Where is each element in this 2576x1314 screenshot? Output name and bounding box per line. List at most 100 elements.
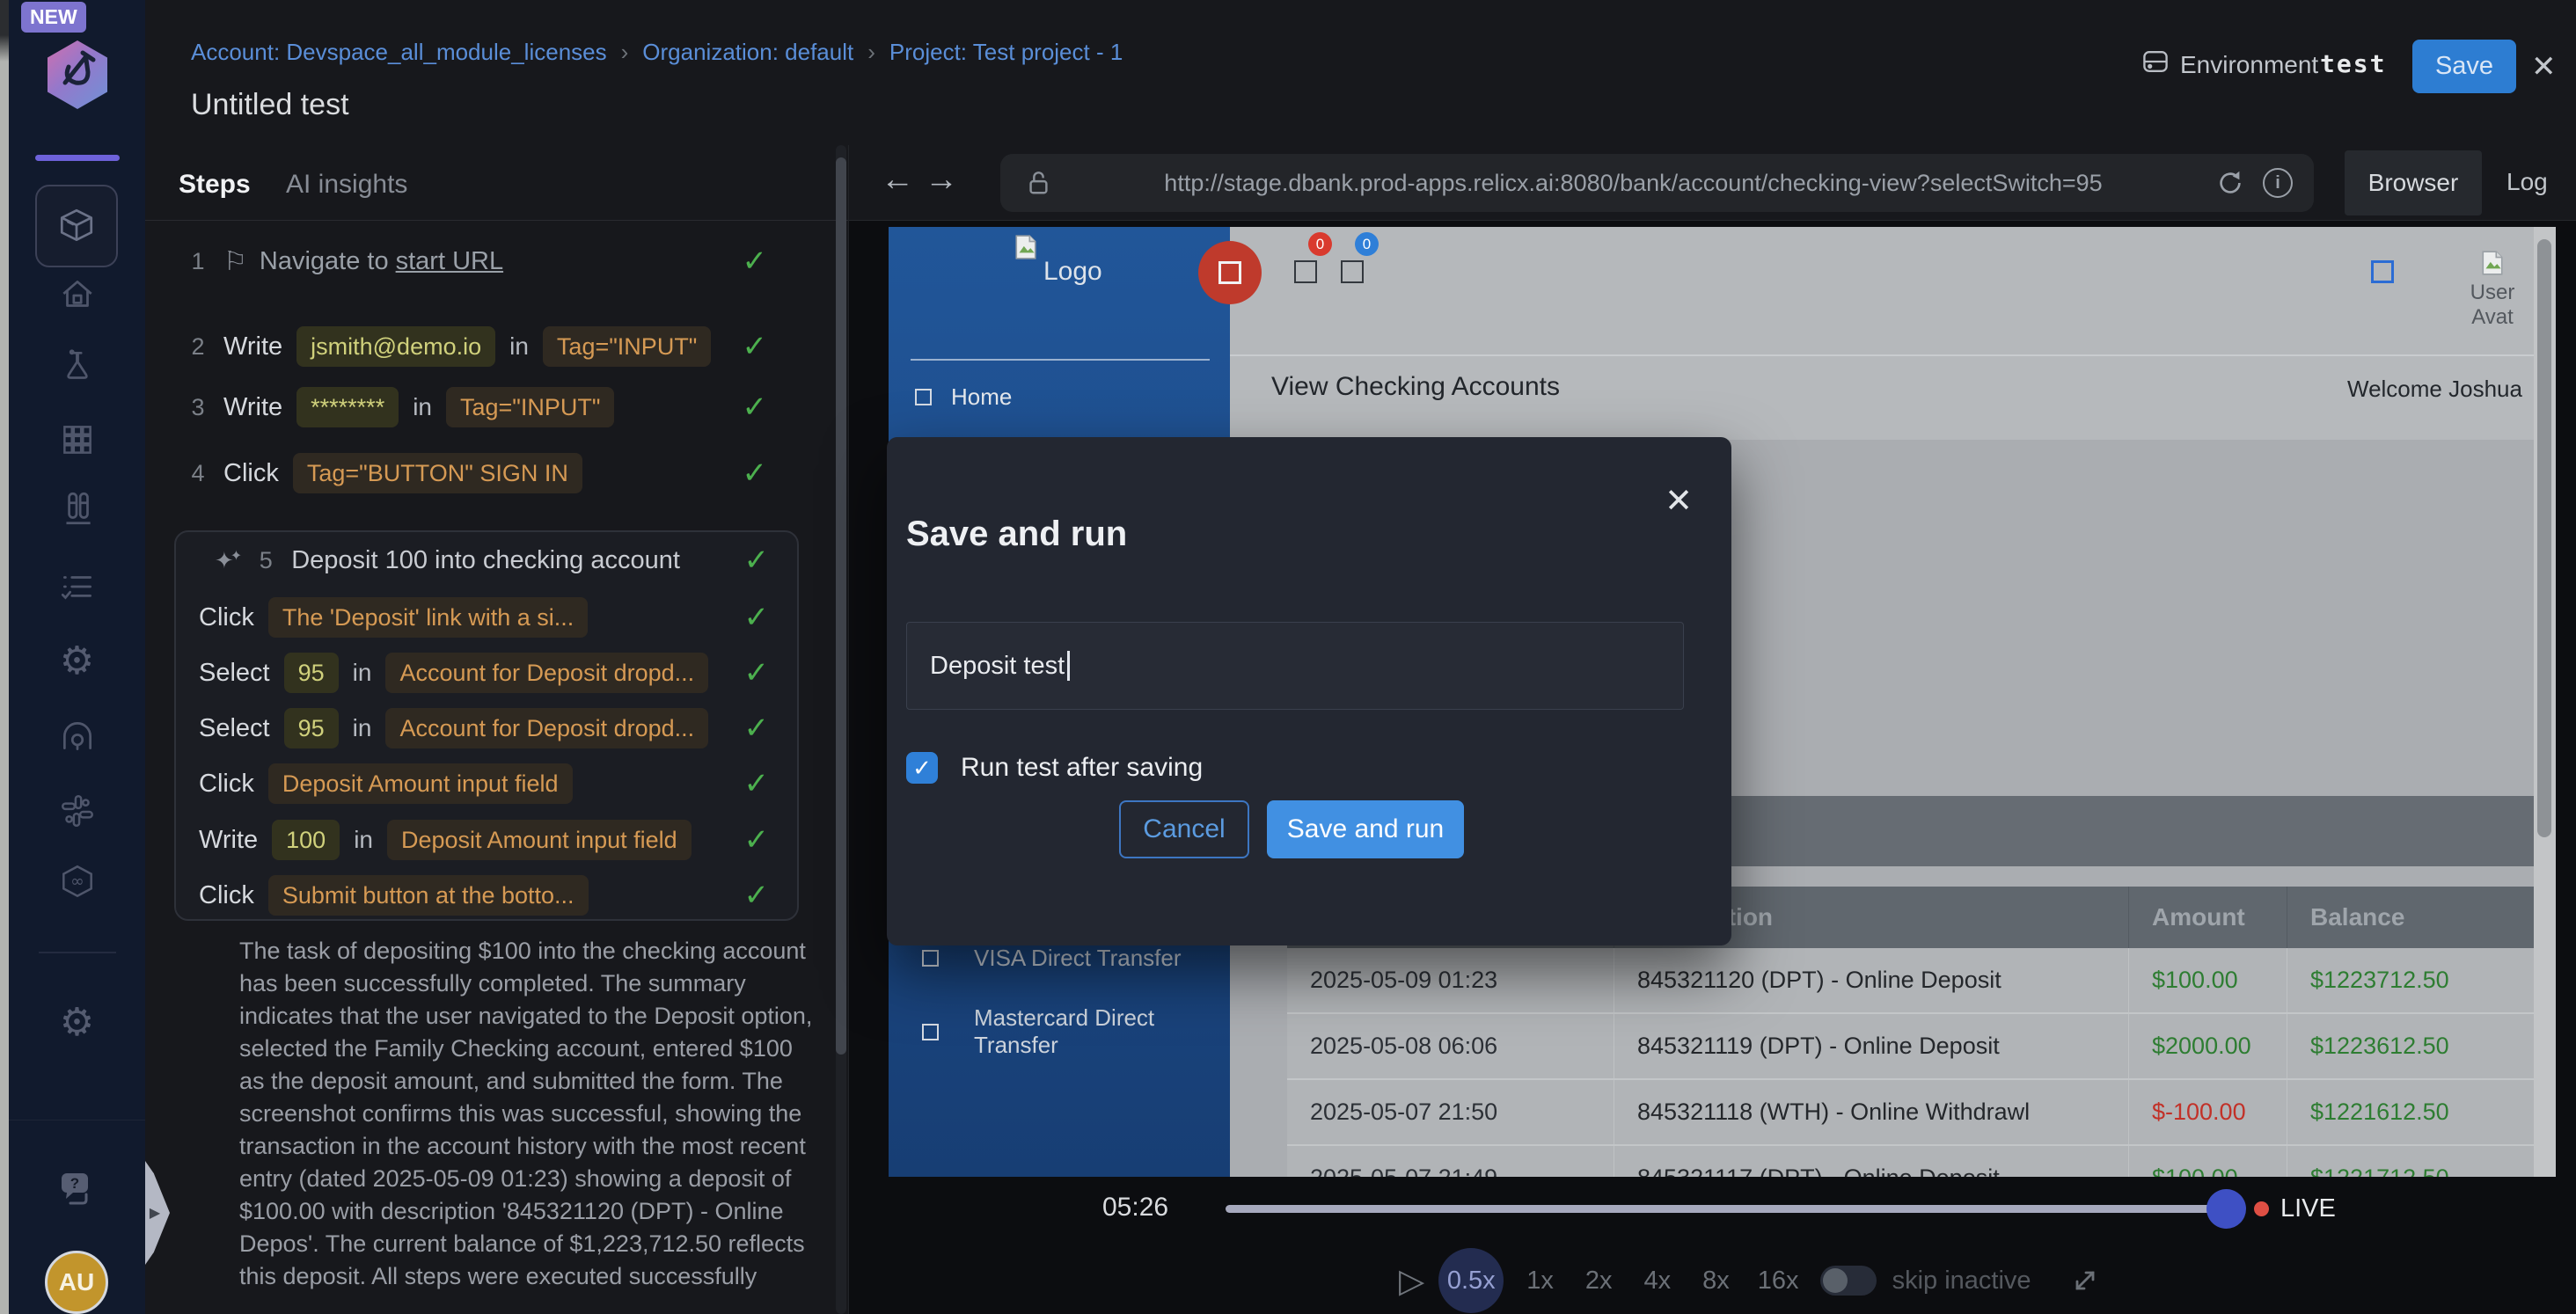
test-name-input[interactable]: Deposit test bbox=[906, 622, 1684, 710]
step-selector-chip[interactable]: Deposit Amount input field bbox=[268, 763, 573, 804]
substep-row[interactable]: Click Deposit Amount input field ✓ bbox=[176, 763, 797, 805]
col-header-balance[interactable]: Balance bbox=[2287, 887, 2534, 948]
step-value-chip[interactable]: 95 bbox=[284, 653, 339, 693]
speed-2x[interactable]: 2x bbox=[1585, 1267, 1613, 1296]
step-selector-chip[interactable]: Tag="INPUT" bbox=[543, 326, 711, 367]
timeline-track[interactable] bbox=[1226, 1205, 2228, 1213]
breadcrumb-organization[interactable]: Organization: default bbox=[642, 39, 853, 66]
steps-scrollbar-track[interactable] bbox=[836, 145, 846, 1314]
app-logo[interactable] bbox=[48, 40, 107, 109]
timeline-knob[interactable] bbox=[2206, 1189, 2246, 1229]
toggle-knob bbox=[1823, 1268, 1848, 1293]
sidebar-item-automations[interactable]: ∞ bbox=[57, 862, 98, 902]
speed-0-5x-active[interactable]: 0.5x bbox=[1438, 1248, 1504, 1313]
speed-4x[interactable]: 4x bbox=[1644, 1267, 1672, 1296]
tab-log[interactable]: Log bbox=[2506, 168, 2548, 196]
substep-row[interactable]: Select 95 in Account for Deposit dropd..… bbox=[176, 707, 797, 749]
back-icon[interactable]: ← bbox=[881, 161, 914, 199]
fullscreen-icon[interactable] bbox=[2070, 1266, 2100, 1296]
sidebar-item-admin-settings[interactable]: ⚙ bbox=[60, 1004, 94, 1042]
step-row-3[interactable]: 3 Write ******** in Tag="INPUT" ✓ bbox=[145, 386, 848, 428]
step-value-chip[interactable]: 95 bbox=[284, 708, 339, 748]
step-selector-chip[interactable]: Submit button at the botto... bbox=[268, 875, 589, 916]
steps-scrollbar-thumb[interactable] bbox=[836, 157, 846, 1055]
sidebar-item-lab[interactable] bbox=[57, 347, 98, 387]
step-selector-chip[interactable]: The 'Deposit' link with a si... bbox=[268, 597, 588, 638]
sidebar-item-apps[interactable] bbox=[57, 420, 98, 460]
ai-step-group[interactable]: ✦✦ 5 Deposit 100 into checking account ✓… bbox=[174, 530, 799, 921]
bank-scrollbar-track[interactable] bbox=[2534, 227, 2556, 1177]
start-url-link[interactable]: start URL bbox=[396, 247, 503, 276]
play-icon[interactable]: ▷ bbox=[1399, 1261, 1424, 1301]
cancel-button[interactable]: Cancel bbox=[1119, 800, 1249, 858]
save-button[interactable]: Save bbox=[2412, 40, 2516, 93]
step-row-1[interactable]: 1 ⚐ Navigate to start URL ✓ bbox=[145, 240, 848, 282]
info-icon[interactable]: i bbox=[2263, 168, 2293, 198]
substep-row[interactable]: Write 100 in Deposit Amount input field … bbox=[176, 819, 797, 861]
forward-icon[interactable]: → bbox=[925, 161, 958, 199]
cell-amount: $100.00 bbox=[2129, 1146, 2287, 1177]
bank-nav-home[interactable]: Home bbox=[915, 383, 1012, 411]
bank-user-avatar[interactable]: User Avat bbox=[2453, 250, 2532, 330]
speed-8x[interactable]: 8x bbox=[1702, 1267, 1730, 1296]
refresh-icon[interactable] bbox=[2215, 168, 2245, 198]
sidebar-item-test-suites[interactable] bbox=[57, 488, 98, 529]
svg-text:∞: ∞ bbox=[70, 872, 84, 891]
step-value-chip[interactable]: ******** bbox=[296, 387, 399, 427]
bank-scrollbar-thumb[interactable] bbox=[2537, 239, 2551, 837]
table-row[interactable]: 2025-05-07 21:49 845321117 (DPT) - Onlin… bbox=[1287, 1146, 2534, 1177]
step-passed-icon: ✓ bbox=[744, 600, 770, 635]
sidebar-item-settings[interactable]: ⚙ bbox=[60, 642, 94, 681]
sidebar-item-tests-active[interactable] bbox=[35, 185, 118, 267]
bank-nav-mastercard[interactable]: Mastercard Direct Transfer bbox=[922, 1004, 1230, 1059]
sidebar-item-private-sessions[interactable] bbox=[57, 716, 98, 756]
dialog-close-icon[interactable]: ✕ bbox=[1665, 481, 1693, 521]
table-row[interactable]: 2025-05-09 01:23 845321120 (DPT) - Onlin… bbox=[1287, 948, 2534, 1014]
sidebar-item-runs[interactable] bbox=[57, 567, 98, 608]
user-avatar[interactable]: AU bbox=[45, 1251, 108, 1314]
substep-row[interactable]: Click The 'Deposit' link with a si... ✓ bbox=[176, 596, 797, 639]
substep-row[interactable]: Click Submit button at the botto... ✓ bbox=[176, 874, 797, 916]
step-passed-icon: ✓ bbox=[744, 543, 770, 578]
close-editor-icon[interactable]: ✕ bbox=[2531, 49, 2557, 84]
tab-browser[interactable]: Browser bbox=[2345, 150, 2482, 215]
sidebar-item-home[interactable] bbox=[57, 274, 98, 315]
table-row[interactable]: 2025-05-07 21:50 845321118 (WTH) - Onlin… bbox=[1287, 1080, 2534, 1146]
step-selector-chip[interactable]: Account for Deposit dropd... bbox=[385, 708, 708, 748]
browser-toolbar: ← → http://stage.dbank.prod-apps.relicx.… bbox=[849, 145, 2576, 221]
table-row[interactable]: 2025-05-08 06:06 845321119 (DPT) - Onlin… bbox=[1287, 1014, 2534, 1080]
bank-logo-alt[interactable]: Logo bbox=[1043, 257, 1102, 287]
skip-inactive-toggle[interactable] bbox=[1820, 1266, 1877, 1296]
tab-ai-insights[interactable]: AI insights bbox=[286, 170, 407, 200]
step-row-4[interactable]: 4 Click Tag="BUTTON" SIGN IN ✓ bbox=[145, 452, 848, 494]
record-indicator[interactable] bbox=[1198, 241, 1262, 304]
step-selector-chip[interactable]: Tag="BUTTON" SIGN IN bbox=[293, 453, 582, 493]
breadcrumb-account[interactable]: Account: Devspace_all_module_licenses bbox=[191, 39, 607, 66]
environment-value[interactable]: test bbox=[2320, 49, 2386, 78]
speed-16x[interactable]: 16x bbox=[1758, 1267, 1799, 1296]
step-row-5[interactable]: ✦✦ 5 Deposit 100 into checking account ✓ bbox=[176, 539, 797, 581]
step-selector-chip[interactable]: Deposit Amount input field bbox=[387, 820, 692, 860]
sidebar-item-help[interactable]: ? bbox=[56, 1170, 99, 1208]
step-value-chip[interactable]: 100 bbox=[272, 820, 340, 860]
speed-1x[interactable]: 1x bbox=[1526, 1267, 1554, 1296]
bank-nav-visa[interactable]: VISA Direct Transfer bbox=[922, 945, 1182, 972]
step-row-2[interactable]: 2 Write jsmith@demo.io in Tag="INPUT" ✓ bbox=[145, 325, 848, 368]
message-icon[interactable] bbox=[1341, 260, 1364, 283]
notification-icon[interactable] bbox=[1294, 260, 1317, 283]
save-and-run-button[interactable]: Save and run bbox=[1267, 800, 1464, 858]
step-value-chip[interactable]: jsmith@demo.io bbox=[296, 326, 495, 367]
substep-row[interactable]: Select 95 in Account for Deposit dropd..… bbox=[176, 652, 797, 694]
url-text[interactable]: http://stage.dbank.prod-apps.relicx.ai:8… bbox=[1051, 170, 2215, 197]
step-conj: in bbox=[413, 393, 432, 421]
sidebar-item-integrations[interactable] bbox=[57, 791, 98, 831]
live-label[interactable]: LIVE bbox=[2280, 1194, 2336, 1223]
tab-steps[interactable]: Steps bbox=[179, 170, 251, 200]
step-selector-chip[interactable]: Account for Deposit dropd... bbox=[385, 653, 708, 693]
step-selector-chip[interactable]: Tag="INPUT" bbox=[446, 387, 614, 427]
url-bar[interactable]: http://stage.dbank.prod-apps.relicx.ai:8… bbox=[1000, 154, 2314, 212]
cell-description: 845321117 (DPT) - Online Deposit bbox=[1614, 1146, 2129, 1177]
run-after-saving-checkbox-checked[interactable]: ✓ bbox=[906, 752, 938, 784]
col-header-amount[interactable]: Amount bbox=[2129, 887, 2287, 948]
breadcrumb-project[interactable]: Project: Test project - 1 bbox=[889, 39, 1123, 66]
